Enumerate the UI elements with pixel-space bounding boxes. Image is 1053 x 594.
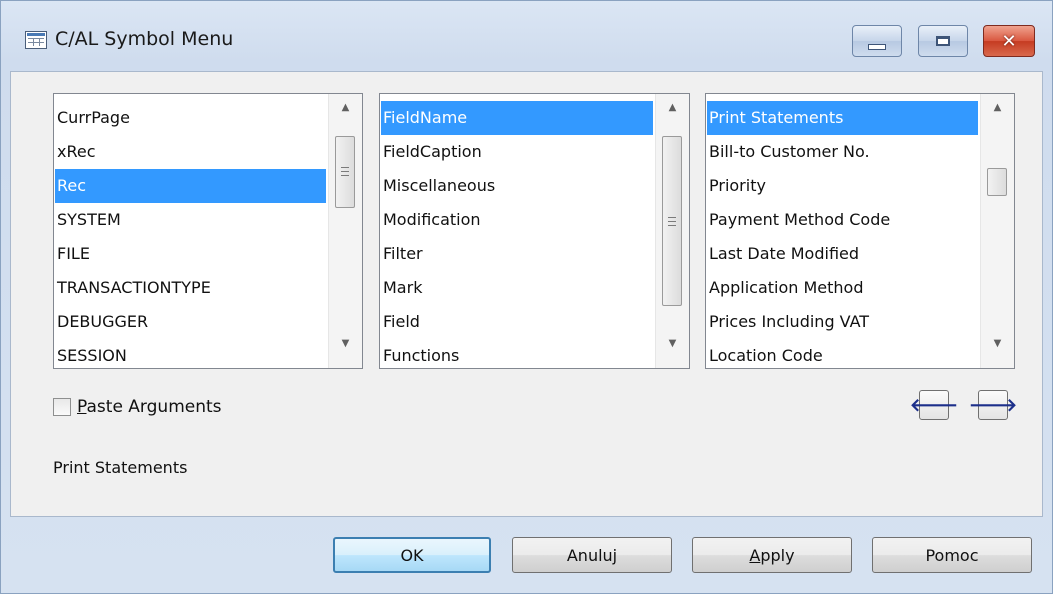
variables-scrollbar[interactable]: ▲ ▼ <box>328 94 362 368</box>
list-item[interactable]: Miscellaneous <box>381 169 653 203</box>
maximize-button[interactable] <box>918 25 968 57</box>
list-item[interactable]: DEBUGGER <box>55 305 326 339</box>
list-item[interactable]: Last Date Modified <box>707 237 978 271</box>
paste-arguments-checkbox[interactable] <box>53 398 71 416</box>
list-item[interactable]: Filter <box>381 237 653 271</box>
categories-list: FieldName FieldCaption Miscellaneous Modifi… <box>381 101 653 368</box>
list-item[interactable]: Priority <box>707 169 978 203</box>
symbols-listbox[interactable]: Print Statements Bill-to Customer No. Prio… <box>705 93 1015 369</box>
symbols-list: Print Statements Bill-to Customer No. Prio… <box>707 101 978 368</box>
cancel-button[interactable]: Anuluj <box>512 537 672 573</box>
list-item[interactable]: Payment Method Code <box>707 203 978 237</box>
symbol-menu-window: C/AL Symbol Menu ✕ CurrPage xRec Rec SYSTEM… <box>0 0 1053 594</box>
maximize-icon <box>936 36 950 46</box>
list-item[interactable]: xRec <box>55 135 326 169</box>
window-title: C/AL Symbol Menu <box>55 28 234 50</box>
list-item[interactable]: Location Code <box>707 339 978 368</box>
next-button[interactable]: 🡒 <box>969 390 1017 420</box>
list-item[interactable]: TRANSACTIONTYPE <box>55 271 326 305</box>
arrow-left-icon: 🡐 <box>909 394 959 416</box>
symbols-scrollbar[interactable]: ▲ ▼ <box>980 94 1014 368</box>
variables-listbox[interactable]: CurrPage xRec Rec SYSTEM FILE TRANSACTIONTYPE… <box>53 93 363 369</box>
list-item[interactable]: FILE <box>55 237 326 271</box>
close-icon: ✕ <box>1001 30 1017 52</box>
minimize-button[interactable] <box>852 25 902 57</box>
scroll-down-icon[interactable]: ▼ <box>329 338 362 362</box>
list-item[interactable]: SESSION <box>55 339 326 368</box>
paste-arguments-label[interactable]: Paste Arguments <box>77 397 222 417</box>
list-item[interactable]: SYSTEM <box>55 203 326 237</box>
selected-symbol-text: Print Statements <box>53 458 188 477</box>
ok-button[interactable]: OK <box>333 537 491 573</box>
paste-arguments-option[interactable]: Paste Arguments <box>53 394 222 420</box>
list-item[interactable]: Prices Including VAT <box>707 305 978 339</box>
list-item[interactable]: Mark <box>381 271 653 305</box>
list-item[interactable]: Rec <box>55 169 326 203</box>
list-item[interactable]: Field <box>381 305 653 339</box>
table-icon <box>25 31 47 49</box>
scroll-thumb[interactable] <box>335 136 355 208</box>
list-item[interactable]: CurrPage <box>55 101 326 135</box>
previous-button[interactable]: 🡐 <box>910 390 958 420</box>
list-item[interactable]: Application Method <box>707 271 978 305</box>
scroll-down-icon[interactable]: ▼ <box>656 338 689 362</box>
scroll-down-icon[interactable]: ▼ <box>981 338 1014 362</box>
scroll-up-icon[interactable]: ▲ <box>981 102 1014 126</box>
list-item[interactable]: Modification <box>381 203 653 237</box>
list-item[interactable]: Functions <box>381 339 653 368</box>
scroll-thumb[interactable] <box>987 168 1007 196</box>
help-button[interactable]: Pomoc <box>872 537 1032 573</box>
categories-listbox[interactable]: FieldName FieldCaption Miscellaneous Modifi… <box>379 93 690 369</box>
close-button[interactable]: ✕ <box>983 25 1035 57</box>
variables-list: CurrPage xRec Rec SYSTEM FILE TRANSACTIONTYPE… <box>55 101 326 368</box>
list-item[interactable]: FieldName <box>381 101 653 135</box>
scroll-up-icon[interactable]: ▲ <box>656 102 689 126</box>
list-item[interactable]: FieldCaption <box>381 135 653 169</box>
apply-button[interactable]: Apply <box>692 537 852 573</box>
scroll-thumb[interactable] <box>662 136 682 306</box>
minimize-icon <box>868 44 886 50</box>
scroll-up-icon[interactable]: ▲ <box>329 102 362 126</box>
title-bar[interactable]: C/AL Symbol Menu ✕ <box>1 1 1052 71</box>
list-item[interactable]: Print Statements <box>707 101 978 135</box>
categories-scrollbar[interactable]: ▲ ▼ <box>655 94 689 368</box>
arrow-right-icon: 🡒 <box>968 394 1018 416</box>
list-item[interactable]: Bill-to Customer No. <box>707 135 978 169</box>
